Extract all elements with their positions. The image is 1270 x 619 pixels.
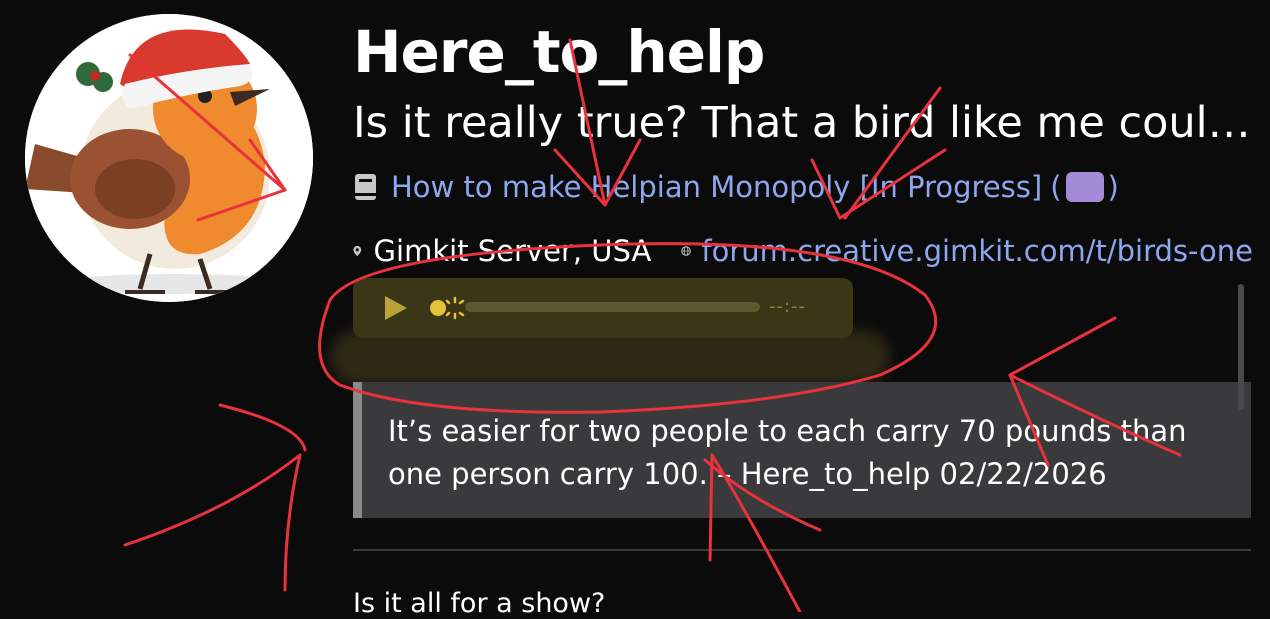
- featured-topic[interactable]: How to make Helpian Monopoly [In Progres…: [353, 170, 1119, 204]
- robin-avatar-image: [25, 14, 313, 302]
- website-link[interactable]: forum.creative.gimkit.com/t/birds-one: [701, 234, 1253, 268]
- paren-close: ): [1107, 170, 1119, 204]
- username: Here_to_help: [353, 18, 765, 86]
- profile-bio: Is it really true? That a bird like me c…: [353, 98, 1253, 148]
- annotation-arrowhead-left: [218, 403, 307, 452]
- audio-progress-track[interactable]: [465, 302, 760, 312]
- audio-time: --:--: [769, 296, 807, 317]
- blurred-highlight: [330, 330, 890, 385]
- spinner-icon: [430, 296, 465, 320]
- audio-player[interactable]: --:--: [353, 278, 853, 338]
- globe-icon: [681, 246, 692, 256]
- featured-topic-link[interactable]: How to make Helpian Monopoly [In Progres…: [391, 170, 1042, 204]
- avatar[interactable]: [25, 14, 313, 302]
- paren-open: (: [1050, 170, 1062, 204]
- quote-text: It’s easier for two people to each carry…: [388, 414, 1187, 491]
- play-icon[interactable]: [383, 294, 409, 322]
- scrollbar[interactable]: [1238, 284, 1244, 410]
- quote-block: It’s easier for two people to each carry…: [353, 382, 1251, 518]
- pin-icon: [353, 245, 362, 257]
- book-icon: [355, 174, 376, 200]
- divider: [353, 549, 1251, 551]
- location-text: Gimkit Server, USA: [373, 234, 652, 268]
- annotation-arrow-left: [123, 453, 302, 592]
- profile-details: Gimkit Server, USA forum.creative.gimkit…: [353, 234, 1253, 268]
- next-post-title[interactable]: Is it all for a show?: [353, 588, 605, 619]
- emoji-icon: [1065, 172, 1104, 202]
